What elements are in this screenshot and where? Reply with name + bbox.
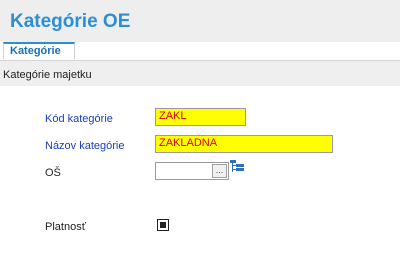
kod-kategorie-input[interactable]: ZAKL [155,108,246,126]
platnost-label: Platnosť [45,221,86,233]
tree-icon[interactable] [230,160,244,174]
page-title: Kategórie OE [10,11,131,32]
platnost-checkbox[interactable] [157,219,169,231]
os-label: OŠ [45,167,61,179]
browse-button[interactable]: ... [212,164,227,178]
window-header: Kategórie OE [0,0,400,42]
section-header: Kategórie majetku [0,61,400,86]
section-label: Kategórie majetku [3,69,92,81]
nazov-kategorie-label: Názov kategórie [45,140,125,152]
tab-kategorie[interactable]: Kategórie [3,42,75,59]
checkbox-checked-mark [160,222,166,228]
kod-kategorie-label: Kód kategórie [45,113,113,125]
nazov-kategorie-input[interactable]: ZAKLADNA [155,135,333,153]
